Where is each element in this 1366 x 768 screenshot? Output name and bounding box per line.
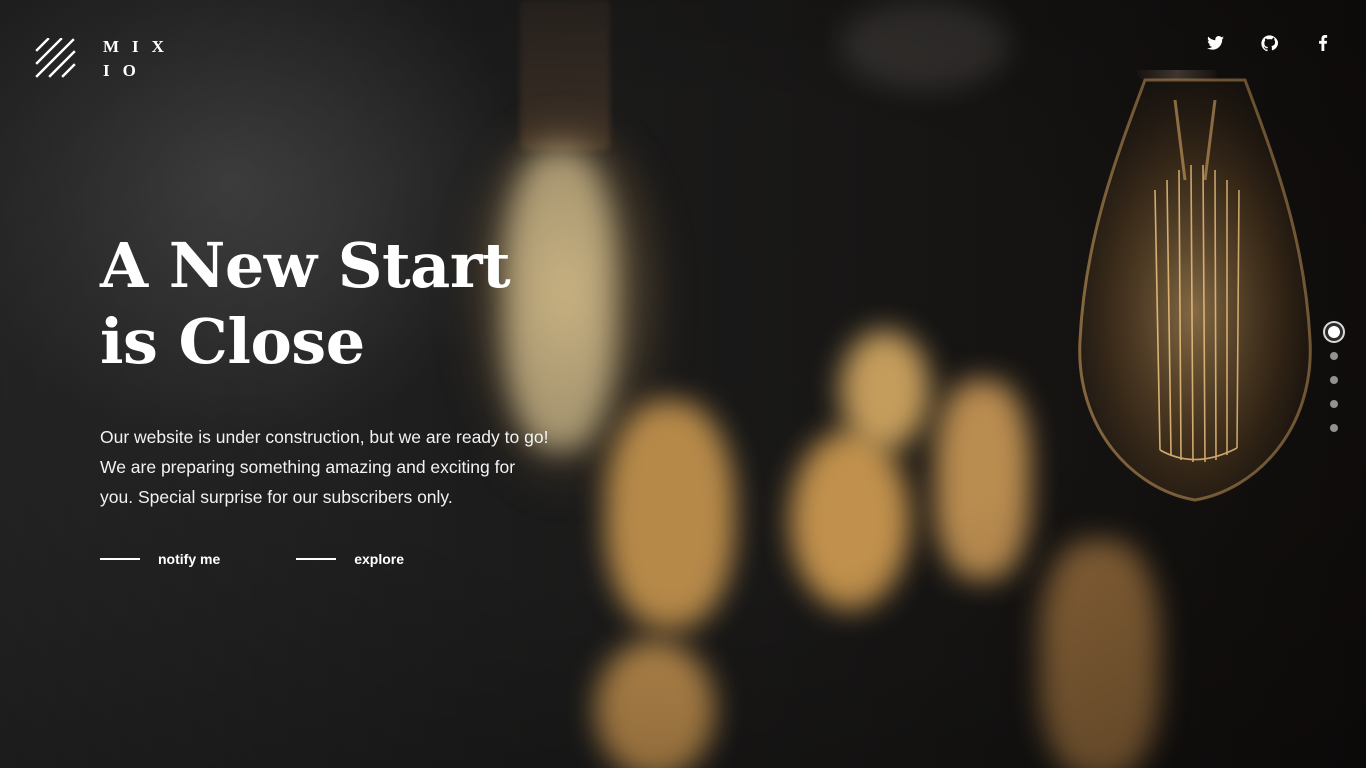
page-stage: MIX IO A New Start is Close Our website … xyxy=(0,0,1366,768)
slide-navigation xyxy=(1324,326,1344,448)
explore-link[interactable]: explore xyxy=(296,548,404,570)
logo-stripes-icon xyxy=(35,38,76,78)
logo-wordmark: MIX IO xyxy=(103,35,173,83)
notify-line-decoration xyxy=(100,558,140,560)
github-link[interactable] xyxy=(1260,33,1278,53)
hero-title-line-2: is Close xyxy=(100,305,365,378)
slide-dot[interactable] xyxy=(1330,352,1338,360)
social-links xyxy=(1206,33,1332,53)
explore-label: explore xyxy=(354,551,405,567)
hero-description-line-1: Our website is under construction, but w… xyxy=(100,427,549,447)
twitter-link[interactable] xyxy=(1206,33,1224,53)
hero-title-line-1: A New Start xyxy=(100,229,511,302)
site-logo[interactable]: MIX IO xyxy=(35,35,173,83)
logo-line-1: MIX xyxy=(103,37,177,56)
hero-title: A New Start is Close xyxy=(100,228,660,380)
facebook-link[interactable] xyxy=(1314,33,1332,53)
hero-description: Our website is under construction, but w… xyxy=(100,422,600,512)
twitter-icon xyxy=(1206,36,1224,50)
slide-dot[interactable] xyxy=(1330,400,1338,408)
hero-description-line-2: We are preparing something amazing and e… xyxy=(100,457,516,477)
facebook-icon xyxy=(1319,35,1328,51)
hero-section: A New Start is Close Our website is unde… xyxy=(100,228,660,512)
github-icon xyxy=(1260,34,1278,51)
slide-dot-active[interactable] xyxy=(1328,326,1340,338)
hero-actions: notify me explore xyxy=(100,548,404,570)
notify-me-link[interactable]: notify me xyxy=(100,548,220,570)
light-bulb-image xyxy=(1078,70,1312,502)
notify-me-label: notify me xyxy=(158,551,221,567)
slide-dot[interactable] xyxy=(1330,424,1338,432)
explore-line-decoration xyxy=(296,558,337,560)
slide-dot[interactable] xyxy=(1330,376,1338,384)
logo-line-2: IO xyxy=(103,61,149,80)
hero-description-line-3: you. Special surprise for our subscriber… xyxy=(100,487,453,507)
